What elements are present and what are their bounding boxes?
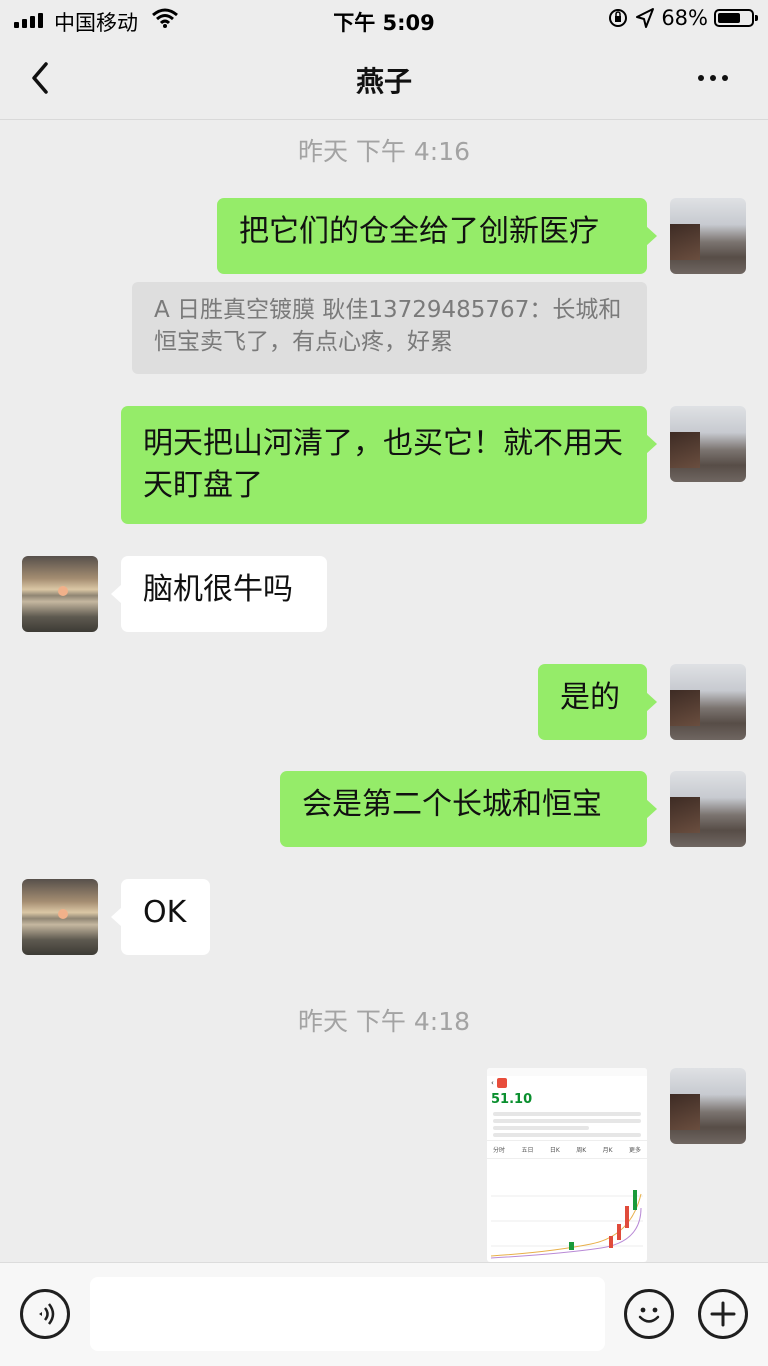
message-bubble[interactable]: 明天把山河清了，也买它！就不用天天盯盘了 <box>121 406 657 524</box>
screenshot-text-line <box>493 1112 641 1116</box>
screenshot-header: ‹ <box>487 1076 647 1090</box>
avatar[interactable] <box>22 879 98 955</box>
screenshot-tabs: 分时 五日 日K 周K 月K 更多 <box>487 1140 647 1159</box>
screenshot-badge-icon <box>496 1078 507 1088</box>
screenshot-tab: 分时 <box>493 1147 506 1154</box>
timestamp: 昨天 下午 4:16 <box>297 137 471 166</box>
voice-icon[interactable] <box>20 1289 70 1339</box>
screenshot-candlestick-chart <box>491 1190 643 1259</box>
screenshot-tab: 日K <box>549 1147 560 1154</box>
status-bar: 中国移动 下午 5:09 68% <box>0 0 768 40</box>
battery-icon <box>714 9 758 27</box>
screenshot-text-line <box>493 1133 641 1137</box>
screenshot-status-strip <box>487 1068 647 1076</box>
avatar[interactable] <box>670 198 746 274</box>
screenshot-tab: 周K <box>576 1147 587 1154</box>
message-text: 会是第二个长城和恒宝 <box>302 787 602 822</box>
location-icon <box>636 8 655 28</box>
orientation-lock-icon <box>609 9 628 27</box>
screenshot-price: 51.10 <box>491 1092 533 1107</box>
message-bubble[interactable]: 会是第二个长城和恒宝 <box>280 771 657 847</box>
chat-title: 燕子 <box>355 65 412 98</box>
battery-percent: 68% <box>661 6 708 30</box>
message-bubble[interactable]: 把它们的仓全给了创新医疗 <box>217 198 657 274</box>
message-bubble[interactable]: OK <box>111 879 210 955</box>
input-bar <box>0 1262 768 1366</box>
message-text: 明天把山河清了，也买它！就不用天天盯盘了 <box>143 426 623 503</box>
battery-fill <box>718 13 740 23</box>
quoted-message[interactable]: A 日胜真空镀膜 耿佳13729485767：长城和恒宝卖飞了，有点心疼，好累 <box>132 282 647 374</box>
image-message[interactable]: ‹ 51.10 分时 五日 日K 周K 月K 更多 <box>487 1068 647 1262</box>
screenshot-tab: 月K <box>602 1147 613 1154</box>
avatar[interactable] <box>670 406 746 482</box>
message-input[interactable] <box>90 1277 605 1351</box>
plus-icon[interactable] <box>698 1289 748 1339</box>
quoted-text: A 日胜真空镀膜 耿佳13729485767：长城和恒宝卖飞了，有点心疼，好累 <box>154 297 622 355</box>
nav-bar: 燕子 <box>0 40 768 120</box>
avatar[interactable] <box>670 1068 746 1144</box>
screenshot-tab: 更多 <box>628 1147 641 1154</box>
message-text: 把它们的仓全给了创新医疗 <box>239 214 599 249</box>
emoji-icon[interactable] <box>624 1289 674 1339</box>
screenshot-text-line <box>493 1119 641 1123</box>
message-text: 是的 <box>560 680 620 715</box>
screenshot-text-line <box>493 1126 589 1130</box>
avatar[interactable] <box>22 556 98 632</box>
timestamp: 昨天 下午 4:18 <box>297 1007 471 1036</box>
message-bubble[interactable]: 脑机很牛吗 <box>111 556 327 632</box>
more-dots-icon[interactable] <box>698 68 734 88</box>
message-text: OK <box>143 895 187 930</box>
avatar[interactable] <box>670 771 746 847</box>
screenshot-tab: 五日 <box>521 1147 534 1154</box>
screenshot-back-icon: ‹ <box>491 1079 494 1087</box>
message-bubble[interactable]: 是的 <box>538 664 657 740</box>
avatar[interactable] <box>670 664 746 740</box>
message-text: 脑机很牛吗 <box>143 572 293 607</box>
